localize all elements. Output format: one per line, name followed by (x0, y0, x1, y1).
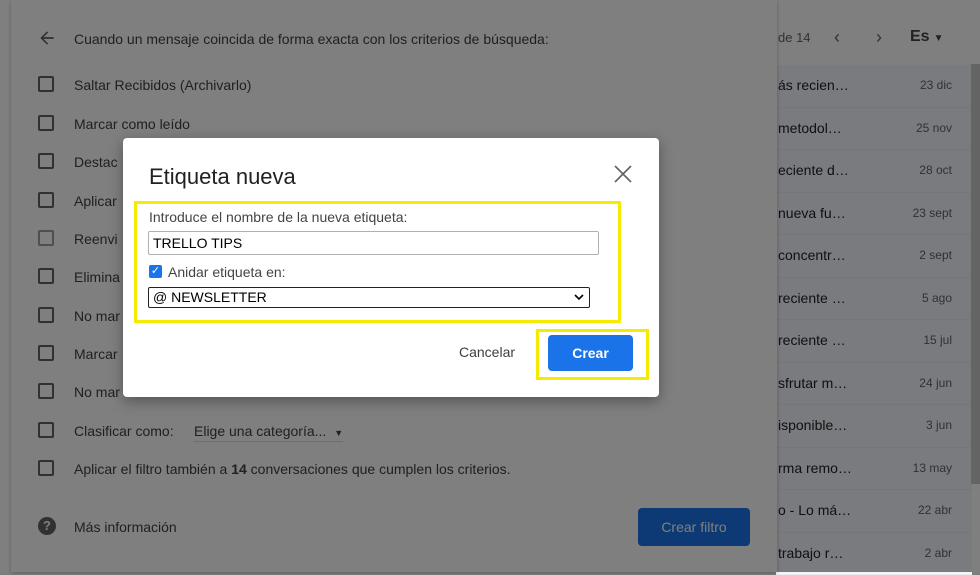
nest-label-text: Anidar etiqueta en: (168, 264, 286, 280)
chevron-down-icon (573, 291, 585, 303)
new-label-dialog: Etiqueta nueva Introduce el nombre de la… (123, 138, 659, 397)
label-name-input[interactable] (148, 231, 599, 255)
dialog-title: Etiqueta nueva (149, 164, 296, 190)
nest-label-checkbox[interactable]: ✓ (149, 265, 162, 278)
create-button[interactable]: Crear (548, 335, 633, 371)
cancel-button[interactable]: Cancelar (459, 344, 515, 360)
close-icon[interactable] (612, 163, 634, 185)
parent-label-value: @ NEWSLETTER (153, 289, 267, 305)
parent-label-select[interactable]: @ NEWSLETTER (148, 287, 590, 308)
label-name-prompt: Introduce el nombre de la nueva etiqueta… (149, 209, 407, 225)
